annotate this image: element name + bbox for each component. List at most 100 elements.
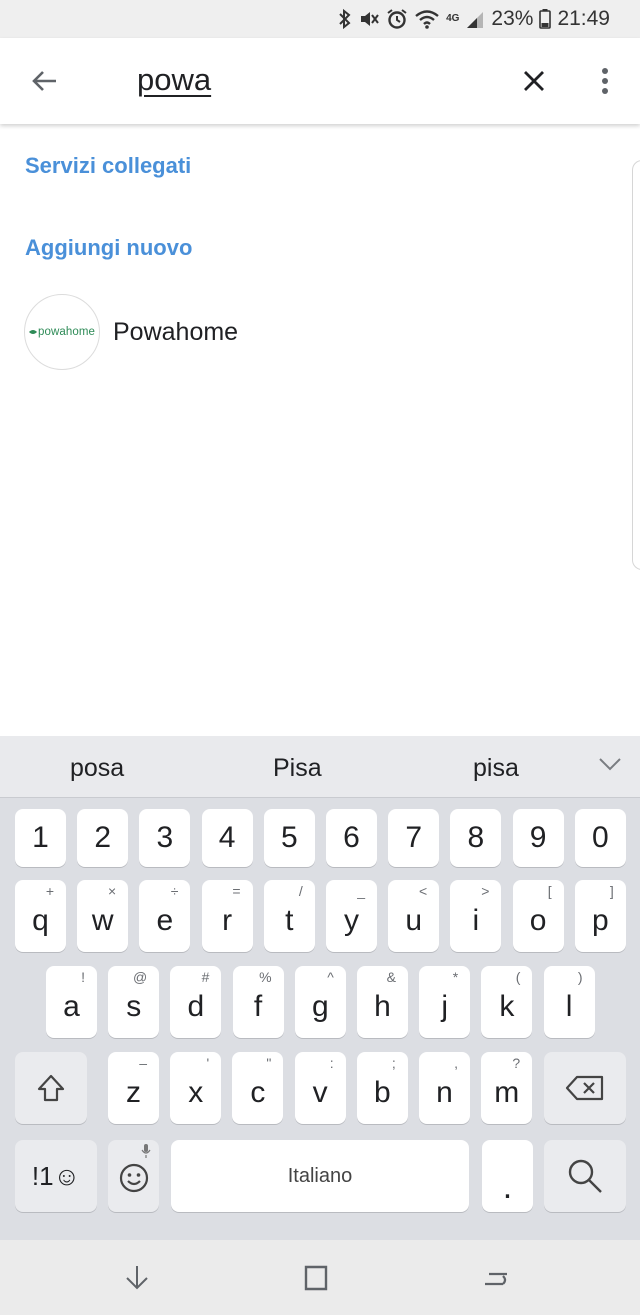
key-j[interactable]: * j [419, 966, 471, 1038]
wifi-icon [415, 10, 439, 29]
key-secondary-label: & [386, 969, 396, 985]
signal-icon [467, 12, 484, 28]
alarm-icon [387, 9, 407, 29]
key-secondary-label: / [298, 883, 303, 899]
key-n[interactable]: ,n [419, 1052, 470, 1124]
linked-services-heading: Servizi collegati [25, 153, 192, 178]
scrollbar-edge[interactable] [632, 160, 640, 570]
more-options-button[interactable] [588, 61, 622, 101]
key-3[interactable]: 3 [139, 809, 191, 867]
key-label: g [311, 990, 329, 1023]
key-secondary-label: ] [609, 883, 614, 899]
key-g[interactable]: ^ g [294, 966, 346, 1038]
search-input[interactable]: powa [137, 62, 211, 98]
symbols-key[interactable]: !1☺ [15, 1140, 97, 1212]
key-8[interactable]: 8 [450, 809, 502, 867]
key-label: m [494, 1076, 520, 1109]
status-bar: 4G 23% 21:49 [0, 0, 640, 38]
backspace-icon [565, 1075, 604, 1101]
key-a[interactable]: ! a [46, 966, 97, 1038]
key-2[interactable]: 2 [77, 809, 129, 867]
key-i[interactable]: > i [450, 880, 502, 952]
key-7[interactable]: 7 [388, 809, 440, 867]
space-key-label: Italiano [287, 1164, 353, 1187]
key-4[interactable]: 4 [201, 809, 253, 867]
key-label: r [222, 904, 233, 937]
key-t[interactable]: / t [263, 880, 315, 952]
key-label: 7 [405, 821, 423, 854]
key-v[interactable]: :v [294, 1052, 346, 1124]
key-label: 3 [156, 821, 174, 854]
key-f[interactable]: % f [232, 966, 284, 1038]
key-y[interactable]: _ y [326, 880, 377, 952]
key-1[interactable]: 1 [15, 809, 66, 867]
key-secondary-label: – [139, 1055, 147, 1071]
key-secondary-label: ÷ [170, 883, 179, 899]
service-item-powahome[interactable]: powahome Powahome [24, 293, 584, 371]
key-m[interactable]: ? m [481, 1052, 533, 1124]
key-label: 8 [467, 821, 485, 854]
clear-search-button[interactable] [514, 61, 554, 101]
emoji-key[interactable] [108, 1140, 159, 1212]
key-c[interactable]: " c [232, 1052, 284, 1124]
key-u[interactable]: < u [388, 880, 440, 952]
key-secondary-label: # [201, 969, 210, 985]
key-o[interactable]: [o [512, 880, 564, 952]
key-label: 9 [529, 821, 547, 854]
key-label: t [285, 904, 294, 937]
key-k[interactable]: (k [481, 966, 533, 1038]
key-w[interactable]: × w [77, 880, 129, 952]
key-p[interactable]: ] p [574, 880, 626, 952]
key-0[interactable]: 0 [574, 809, 626, 867]
shift-key[interactable] [15, 1052, 87, 1124]
key-label: k [499, 990, 515, 1023]
key-6[interactable]: 6 [326, 809, 377, 867]
key-label: e [156, 904, 174, 937]
key-r[interactable]: = r [201, 880, 253, 952]
key-s[interactable]: @ s [108, 966, 160, 1038]
nav-recents-button[interactable] [478, 1262, 514, 1294]
key-label: q [32, 904, 49, 937]
key-l[interactable]: ) l [543, 966, 595, 1038]
backspace-key[interactable] [544, 1052, 626, 1124]
key-label: z [126, 1076, 141, 1109]
key-d[interactable]: # d [170, 966, 222, 1038]
back-button[interactable] [24, 61, 64, 101]
emoji-icon [119, 1163, 148, 1193]
key-q[interactable]: + q [15, 880, 66, 952]
key-z[interactable]: – z [108, 1052, 159, 1124]
nav-hide-keyboard-button[interactable] [119, 1262, 155, 1294]
period-key[interactable]: . [482, 1140, 533, 1212]
soft-keyboard: posa Pisa pisa 1 2 3 4 5 6 7 8 9 0 + q × w ÷ e = r / t _ y < u >… [0, 736, 640, 1240]
key-b[interactable]: ; b [356, 1052, 408, 1124]
suggestion-3[interactable]: pisa [473, 754, 519, 783]
key-e[interactable]: ÷ e [139, 880, 191, 952]
key-label: y [344, 904, 359, 937]
space-key[interactable]: Italiano [171, 1140, 469, 1212]
suggestion-2[interactable]: Pisa [273, 754, 322, 783]
key-h[interactable]: & h [357, 966, 408, 1038]
mute-icon [361, 12, 379, 26]
key-secondary-label: , [454, 1055, 458, 1071]
recents-icon [485, 1272, 507, 1286]
search-key[interactable] [544, 1140, 626, 1212]
key-label: x [188, 1076, 204, 1109]
key-label: l [565, 990, 573, 1023]
nav-home-button[interactable] [299, 1262, 335, 1294]
key-label: o [529, 904, 547, 937]
key-9[interactable]: 9 [512, 809, 564, 867]
key-secondary-label: ^ [327, 969, 334, 985]
suggestion-1[interactable]: posa [70, 754, 124, 783]
add-new-heading: Aggiungi nuovo [25, 235, 193, 260]
navigation-bar [0, 1240, 640, 1315]
key-x[interactable]: ' x [170, 1052, 222, 1124]
key-secondary-label: ! [81, 969, 85, 985]
key-5[interactable]: 5 [263, 809, 315, 867]
key-secondary-label: ) [577, 969, 583, 985]
status-icons: 4G 23% 21:49 [338, 0, 610, 38]
service-logo: powahome [24, 294, 100, 370]
down-arrow-icon [126, 1266, 148, 1290]
suggestion-bar: posa Pisa pisa [0, 736, 640, 798]
chevron-down-icon[interactable] [598, 756, 622, 772]
key-label: 4 [218, 821, 236, 854]
